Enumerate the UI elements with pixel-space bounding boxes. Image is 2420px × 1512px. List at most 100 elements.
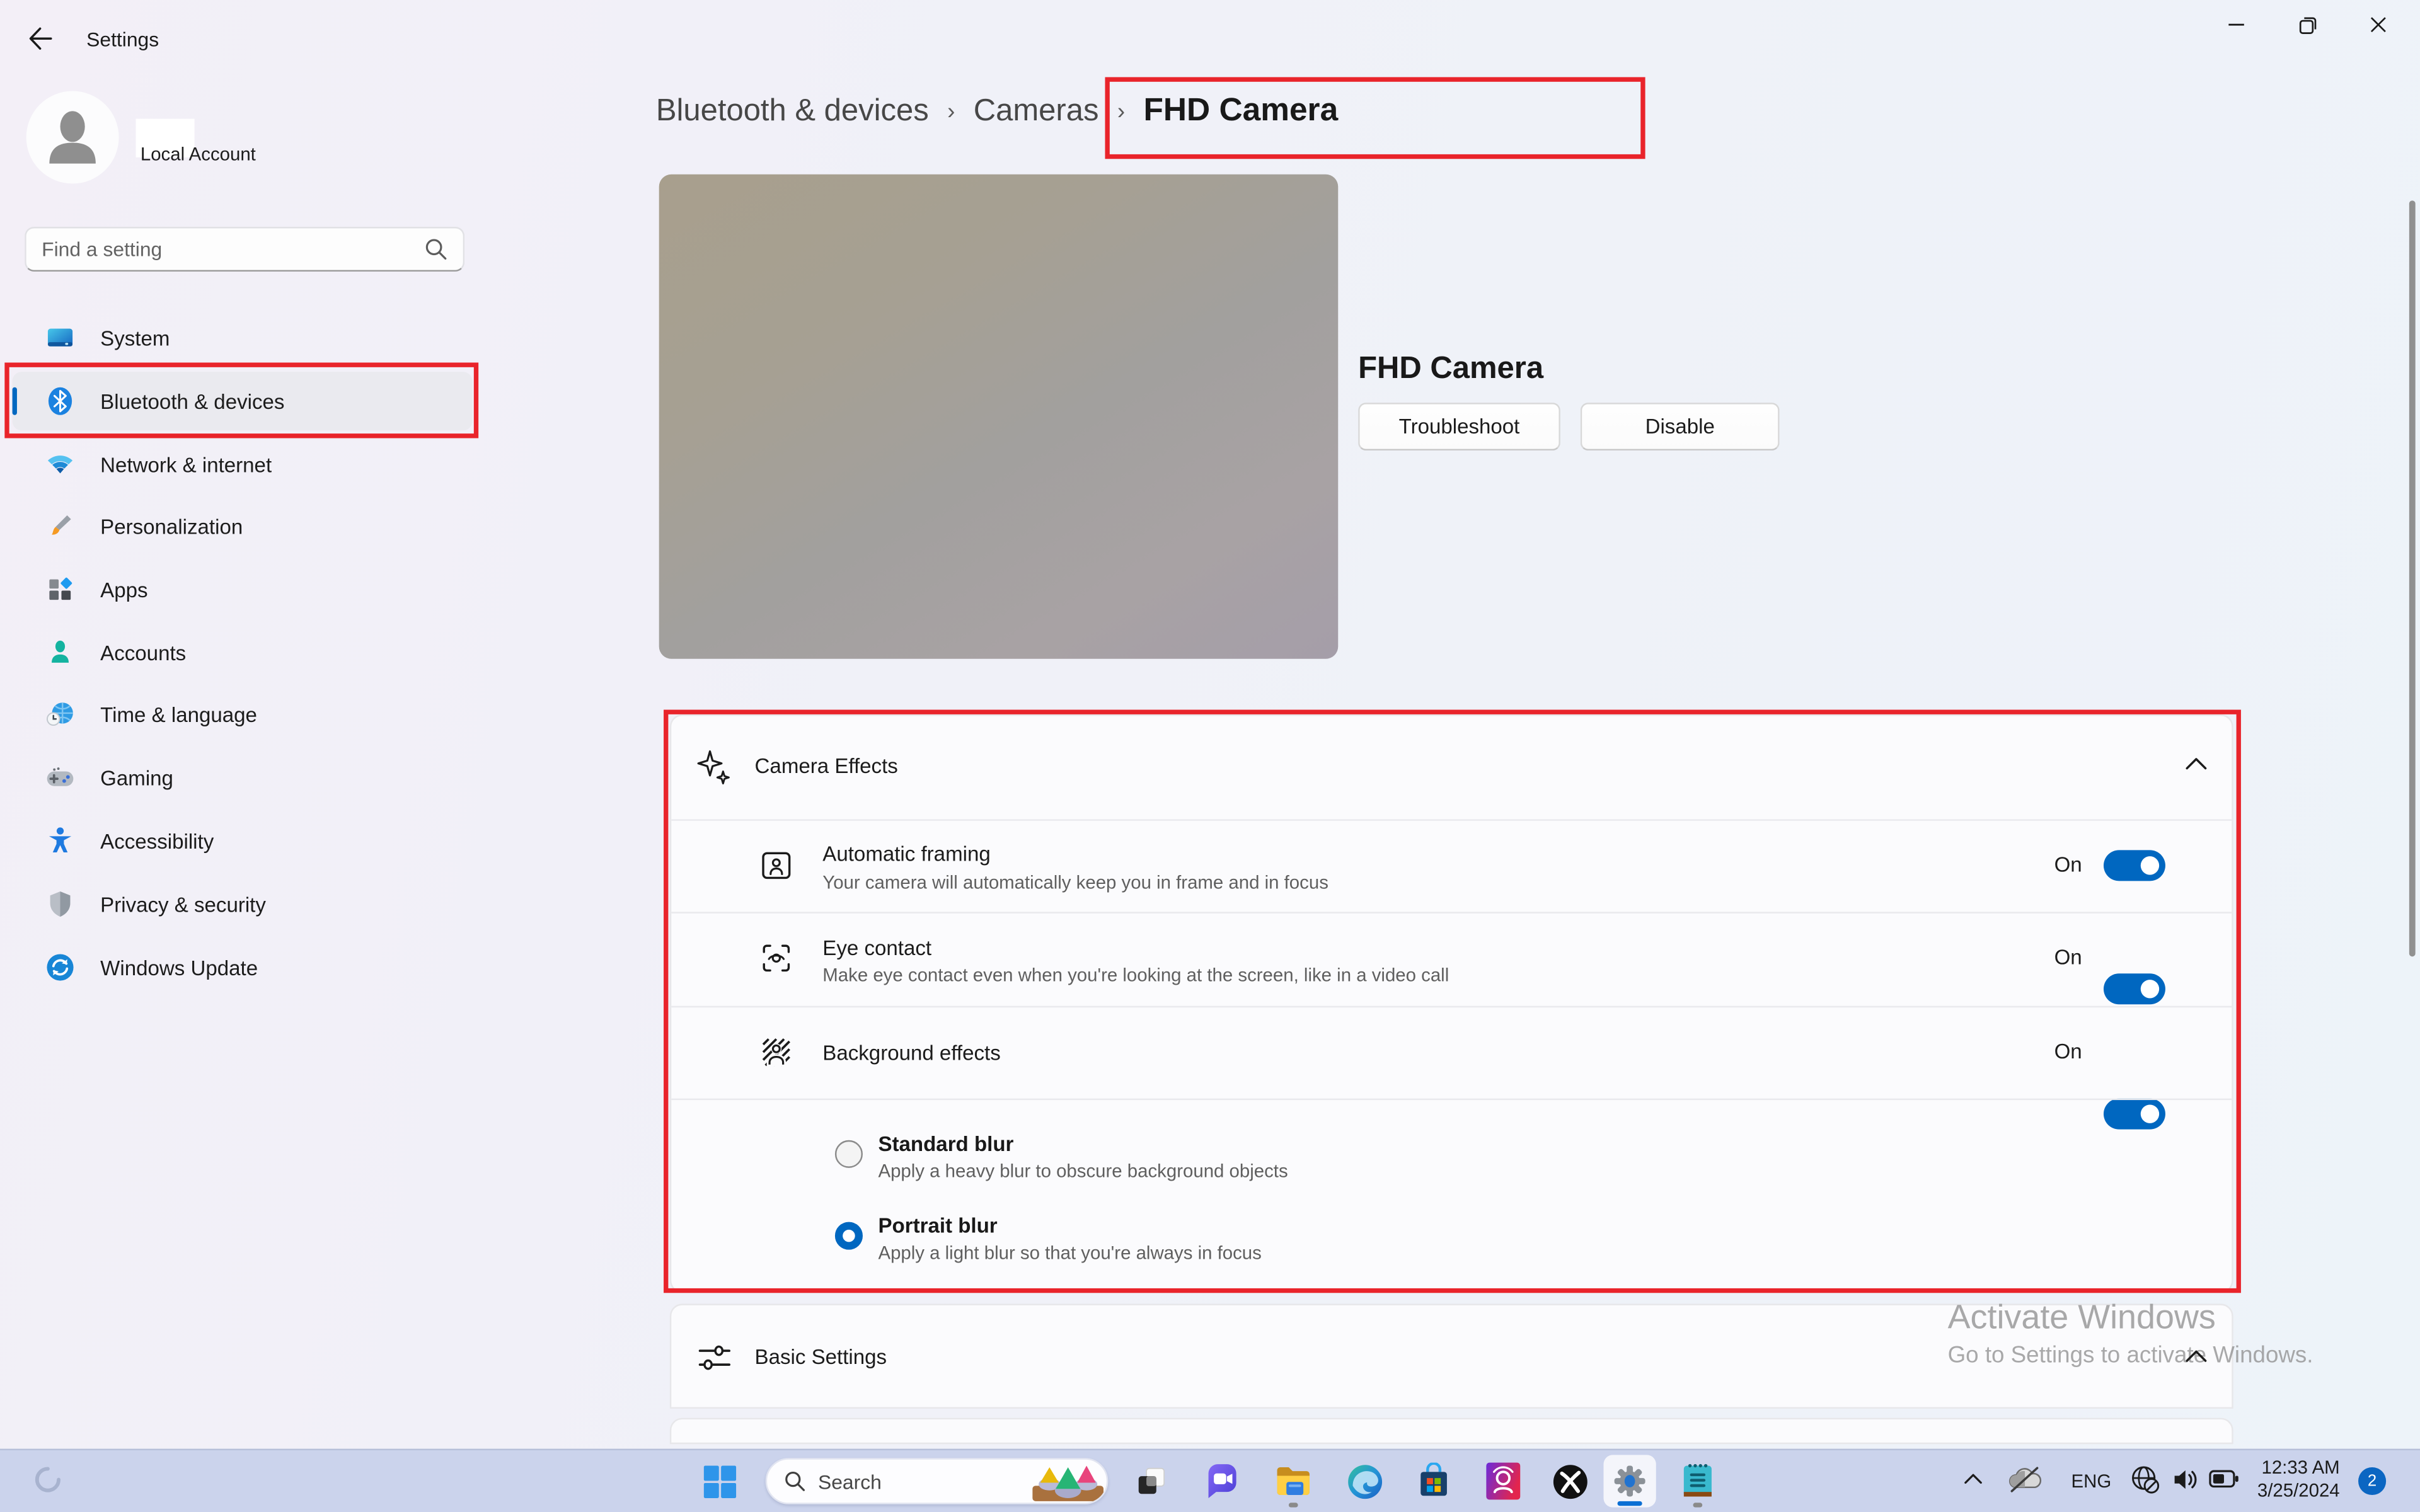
settings-window: Settings Local Account Find a setting (0, 0, 2420, 1512)
background-effects-toggle[interactable] (2104, 1099, 2165, 1130)
taskbar-search[interactable]: Search (766, 1458, 1109, 1504)
volume-icon[interactable] (2172, 1467, 2199, 1492)
divider (671, 819, 2232, 820)
sidebar-item-network-internet[interactable]: Network & internet (13, 435, 473, 494)
basic-settings-icon (696, 1339, 733, 1377)
row-title: Eye contact (822, 937, 931, 960)
sparkles-icon (696, 748, 733, 789)
sidebar-item-apps[interactable]: Apps (13, 560, 473, 619)
start-button[interactable] (698, 1460, 741, 1503)
task-view-icon (1134, 1464, 1168, 1498)
close-button[interactable] (2343, 1, 2414, 47)
settings-gear-icon (1611, 1463, 1649, 1500)
sidebar-item-label: Personalization (100, 515, 243, 538)
taskbar-search-label: Search (818, 1470, 1030, 1493)
radio-subtitle: Apply a light blur so that you're always… (878, 1242, 1261, 1263)
radio-subtitle: Apply a heavy blur to obscure background… (878, 1160, 1288, 1182)
back-arrow-icon (25, 23, 55, 54)
restore-icon (2297, 14, 2317, 35)
notification-badge[interactable]: 2 (2358, 1467, 2386, 1495)
sidebar-item-label: Accessibility (100, 829, 214, 852)
toggle-knob (2141, 1104, 2159, 1123)
language-indicator[interactable]: ENG (2071, 1470, 2112, 1492)
toggle-state-label: On (2054, 946, 2082, 969)
search-highlight-image (1029, 1458, 1106, 1504)
radio-label: Portrait blur (878, 1214, 997, 1237)
sidebar-item-label: Apps (100, 578, 147, 601)
chevron-up-icon (2184, 1348, 2208, 1363)
breadcrumb-bluetooth-devices[interactable]: Bluetooth & devices (656, 93, 929, 129)
toggle-state-label: On (2054, 853, 2082, 876)
sidebar-item-accessibility[interactable]: Accessibility (13, 811, 473, 870)
window-title: Settings (86, 28, 159, 51)
tray-date: 3/25/2024 (2257, 1480, 2340, 1503)
sidebar-item-label: Network & internet (100, 453, 272, 476)
sidebar-item-gaming[interactable]: Gaming (13, 748, 473, 807)
breadcrumb-cameras[interactable]: Cameras (974, 93, 1099, 129)
network-offline-icon[interactable] (2130, 1464, 2161, 1495)
close-icon (2369, 15, 2387, 33)
battery-icon[interactable] (2208, 1469, 2239, 1489)
sidebar-item-privacy-security[interactable]: Privacy & security (13, 875, 473, 934)
xbox-icon[interactable] (1548, 1460, 1591, 1503)
accounts-icon (45, 637, 76, 668)
portrait-blur-radio[interactable] (835, 1222, 863, 1250)
search-input[interactable]: Find a setting (25, 227, 464, 272)
onedrive-icon[interactable] (2007, 1464, 2044, 1495)
microsoft-store-icon[interactable] (1412, 1460, 1456, 1503)
chat-app-icon[interactable] (1201, 1460, 1244, 1503)
scrollbar[interactable] (2409, 200, 2416, 956)
sidebar-item-windows-update[interactable]: Windows Update (13, 938, 473, 997)
automatic-framing-toggle[interactable] (2104, 850, 2165, 881)
privacy-icon (45, 889, 76, 920)
tray-expand-button[interactable] (1963, 1472, 1983, 1486)
standard-blur-radio[interactable] (835, 1140, 863, 1168)
sidebar-item-personalization[interactable]: Personalization (13, 497, 473, 556)
chevron-right-icon: › (1117, 98, 1125, 125)
camera-effects-expander[interactable] (2184, 756, 2208, 771)
windows-update-icon (45, 952, 76, 983)
active-indicator (1618, 1501, 1642, 1506)
troubleshoot-button[interactable]: Troubleshoot (1358, 403, 1560, 450)
personalization-icon (45, 511, 76, 542)
sidebar-item-bluetooth-devices[interactable]: Bluetooth & devices (13, 372, 473, 430)
disable-button[interactable]: Disable (1581, 403, 1780, 450)
sidebar-item-label: Accounts (100, 641, 186, 665)
camera-preview (659, 175, 1339, 659)
device-name: FHD Camera (1358, 352, 1543, 387)
apps-icon (45, 574, 76, 605)
row-title: Background effects (822, 1041, 1000, 1065)
sidebar-item-label: Gaming (100, 766, 173, 789)
sidebar-item-label: System (100, 326, 170, 350)
breadcrumb-fhd-camera: FHD Camera (1144, 93, 1339, 130)
file-explorer-icon[interactable] (1272, 1460, 1315, 1503)
eye-contact-toggle[interactable] (2104, 973, 2165, 1004)
divider (671, 912, 2232, 913)
minimize-button[interactable] (2201, 1, 2272, 47)
basic-settings-card[interactable]: Basic Settings (670, 1303, 2233, 1409)
sidebar-item-label: Bluetooth & devices (100, 389, 284, 413)
toggle-knob (2141, 856, 2159, 874)
sidebar-item-accounts[interactable]: Accounts (13, 623, 473, 682)
portrait-app-icon[interactable] (1482, 1460, 1525, 1503)
person-icon (26, 91, 119, 183)
avatar[interactable] (26, 91, 119, 183)
sidebar-item-system[interactable]: System (13, 309, 473, 367)
row-subtitle: Make eye contact even when you're lookin… (822, 965, 1449, 986)
restore-button[interactable] (2272, 1, 2343, 47)
basic-settings-expander[interactable] (2184, 1348, 2208, 1363)
task-view-button[interactable] (1130, 1460, 1173, 1503)
radio-label: Standard blur (878, 1133, 1013, 1156)
toggle-knob (2141, 980, 2159, 998)
account-label: Local Account (141, 144, 256, 165)
notepad-app-icon[interactable] (1676, 1460, 1720, 1503)
settings-app-button[interactable] (1603, 1455, 1656, 1507)
search-icon (424, 238, 447, 261)
clock[interactable]: 12:33 AM 3/25/2024 (2257, 1457, 2340, 1503)
sidebar-item-time-language[interactable]: Time & language (13, 685, 473, 743)
sidebar-item-label: Time & language (100, 703, 257, 726)
divider (671, 1006, 2232, 1007)
back-button[interactable] (25, 23, 55, 54)
widgets-icon[interactable] (31, 1463, 65, 1497)
edge-browser-icon[interactable] (1343, 1460, 1386, 1503)
